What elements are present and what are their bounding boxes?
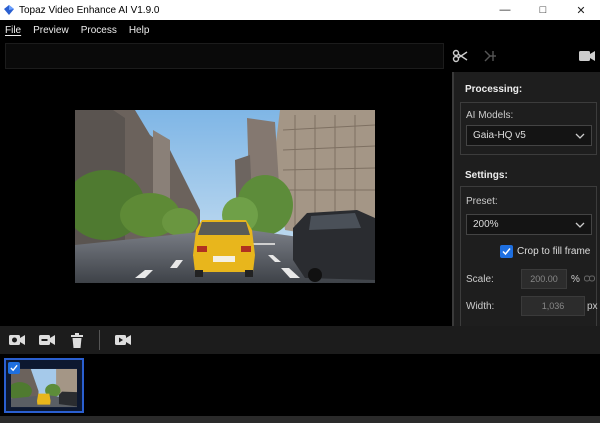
menu-process[interactable]: Process [75,25,123,36]
settings-group: Preset: 200% Crop to fill frame Scale: 2… [460,186,598,326]
toolbar-divider [99,330,100,350]
maximize-button[interactable]: □ [524,0,562,20]
bottom-toolbar [0,326,600,354]
add-video-icon[interactable] [8,332,26,348]
file-path-field[interactable] [5,43,444,69]
chevron-down-icon [575,222,585,228]
menu-preview[interactable]: Preview [27,25,75,36]
settings-heading: Settings: [465,170,508,181]
topaz-logo-icon [4,5,14,15]
camera-icon[interactable] [578,48,596,64]
minimize-button[interactable]: — [486,0,524,20]
status-strip [0,416,600,423]
link-icon[interactable] [584,274,595,283]
chevron-down-icon [575,133,585,139]
menu-file[interactable]: File [0,25,27,36]
settings-panel: Processing: AI Models: Gaia-HQ v5 Settin… [452,72,600,326]
width-input[interactable]: 1,036 [521,296,585,316]
trash-icon[interactable] [68,332,86,348]
close-button[interactable]: ✕ [562,0,600,20]
menu-help[interactable]: Help [123,25,156,36]
preset-value: 200% [473,219,499,230]
ai-model-dropdown[interactable]: Gaia-HQ v5 [466,125,592,146]
crop-label[interactable]: Crop to fill frame [517,246,590,257]
scale-input[interactable]: 200.00 [521,269,567,289]
preview-video-icon[interactable] [114,332,132,348]
ai-models-label: AI Models: [466,110,514,121]
preset-dropdown[interactable]: 200% [466,214,592,235]
thumbnail-image [11,368,77,408]
remove-video-icon[interactable] [38,332,56,348]
split-icon[interactable] [481,48,499,64]
crop-checkbox[interactable] [500,245,513,258]
ai-models-group: AI Models: Gaia-HQ v5 [460,102,597,155]
width-label: Width: [466,301,495,312]
thumbnail-checkbox[interactable] [8,362,20,374]
width-unit: px [587,301,598,312]
preview-area[interactable] [0,72,452,326]
title-bar: Topaz Video Enhance AI V1.9.0 — □ ✕ [0,0,600,20]
ai-model-value: Gaia-HQ v5 [473,130,526,141]
scale-label: Scale: [466,274,494,285]
preset-label: Preset: [466,196,498,207]
video-thumbnail[interactable] [4,358,84,413]
video-frame[interactable] [75,110,375,283]
filmstrip [0,354,600,423]
window-title: Topaz Video Enhance AI V1.9.0 [19,4,160,16]
scissors-icon[interactable] [451,48,469,64]
checkmark-icon [502,248,511,256]
menu-bar: File Preview Process Help [0,20,600,40]
checkmark-icon [10,364,18,372]
processing-heading: Processing: [465,84,523,95]
scale-unit: % [571,274,580,285]
top-toolbar [0,40,600,72]
video-still [75,110,375,283]
